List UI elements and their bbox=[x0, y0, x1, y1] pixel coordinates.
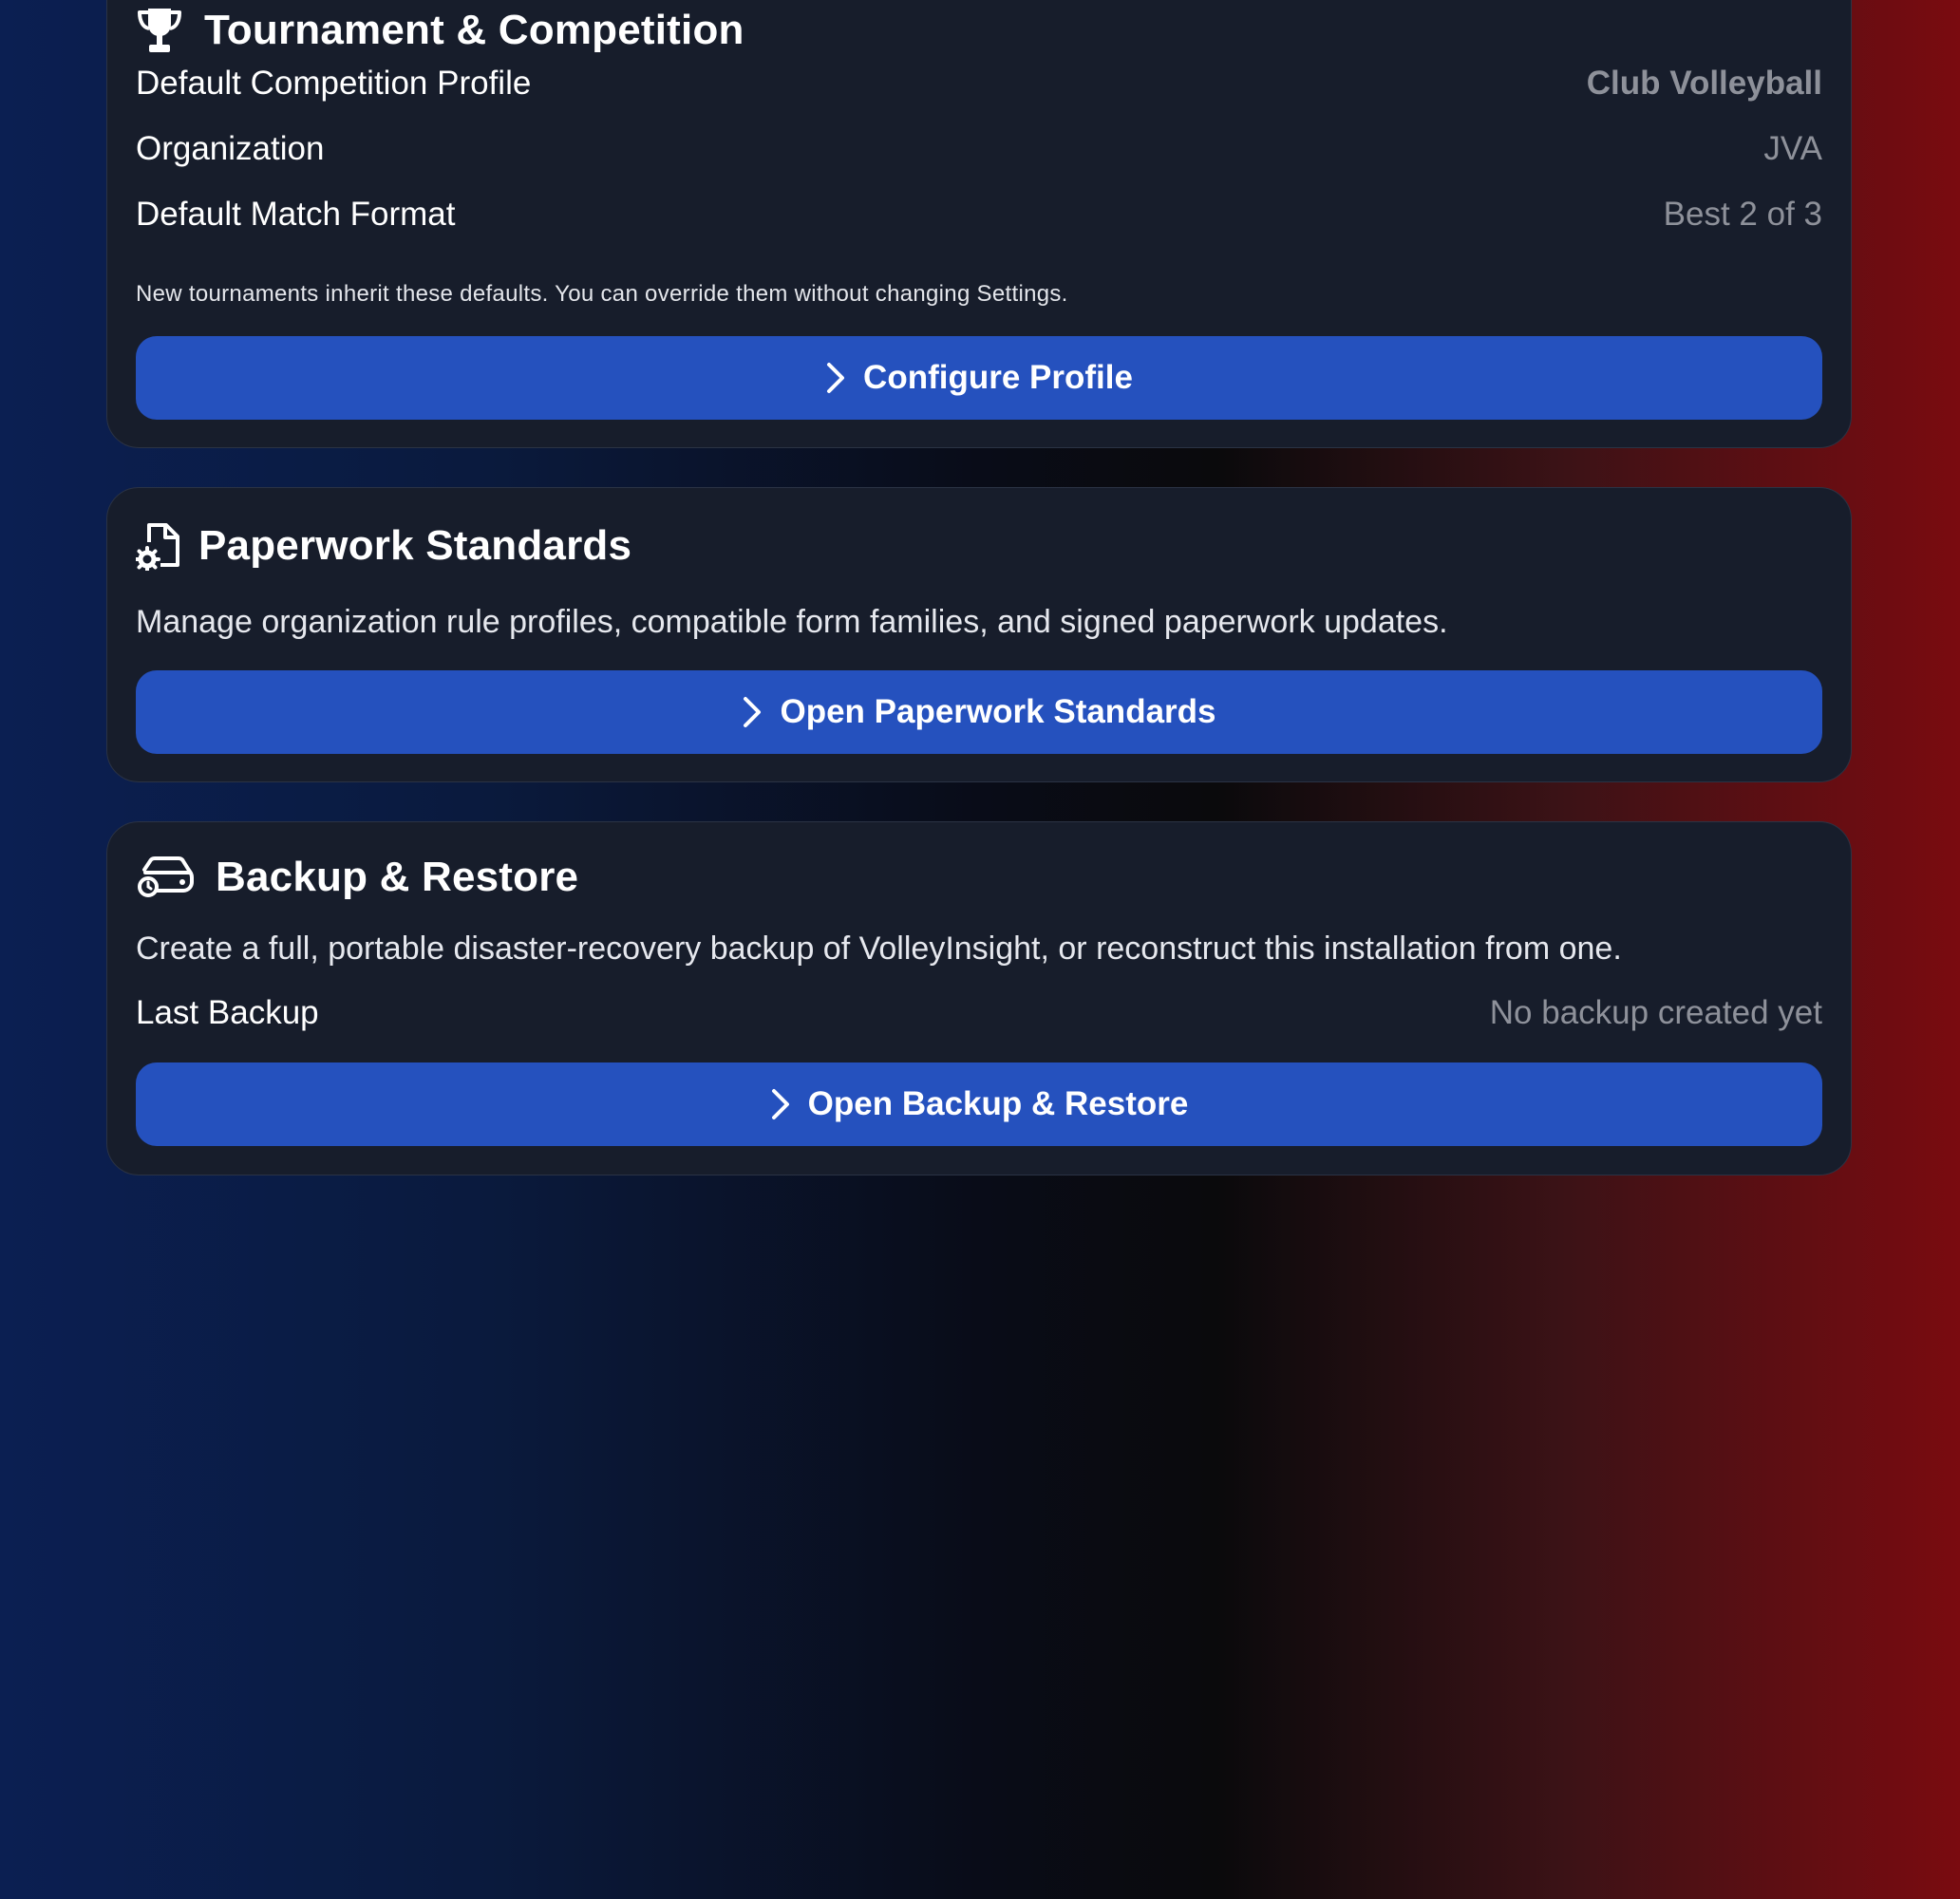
paperwork-card-title: Paperwork Standards bbox=[198, 522, 632, 569]
organization-value: JVA bbox=[1763, 130, 1822, 167]
organization-label: Organization bbox=[136, 130, 325, 167]
default-competition-profile-row[interactable]: Default Competition Profile Club Volleyb… bbox=[136, 65, 1822, 103]
tournament-competition-card: Tournament & Competition Default Competi… bbox=[106, 0, 1852, 448]
tournament-defaults-note: New tournaments inherit these defaults. … bbox=[136, 281, 1068, 307]
backup-card-header: Backup & Restore bbox=[136, 854, 578, 901]
default-match-format-row[interactable]: Default Match Format Best 2 of 3 bbox=[136, 196, 1822, 234]
last-backup-label: Last Backup bbox=[136, 994, 319, 1031]
backup-description: Create a full, portable disaster-recover… bbox=[136, 931, 1622, 967]
default-competition-profile-label: Default Competition Profile bbox=[136, 65, 532, 102]
organization-row[interactable]: Organization JVA bbox=[136, 130, 1822, 168]
paperwork-standards-card: Paperwork Standards Manage organization … bbox=[106, 487, 1852, 782]
default-competition-profile-value: Club Volleyball bbox=[1586, 65, 1822, 102]
last-backup-row: Last Backup No backup created yet bbox=[136, 994, 1822, 1032]
open-paperwork-standards-button[interactable]: Open Paperwork Standards bbox=[136, 670, 1822, 754]
paperwork-description: Manage organization rule profiles, compa… bbox=[136, 604, 1448, 640]
drive-restore-icon bbox=[136, 856, 195, 898]
open-backup-restore-label: Open Backup & Restore bbox=[807, 1085, 1189, 1122]
last-backup-value: No backup created yet bbox=[1489, 994, 1822, 1031]
default-match-format-value: Best 2 of 3 bbox=[1663, 196, 1822, 233]
chevron-right-icon bbox=[742, 696, 763, 728]
tournament-card-header: Tournament & Competition bbox=[136, 7, 744, 54]
configure-profile-label: Configure Profile bbox=[863, 359, 1133, 396]
paperwork-card-header: Paperwork Standards bbox=[136, 521, 631, 571]
open-paperwork-standards-label: Open Paperwork Standards bbox=[780, 693, 1216, 730]
tournament-card-title: Tournament & Competition bbox=[204, 7, 744, 53]
chevron-right-icon bbox=[770, 1088, 791, 1120]
default-match-format-label: Default Match Format bbox=[136, 196, 456, 233]
open-backup-restore-button[interactable]: Open Backup & Restore bbox=[136, 1062, 1822, 1146]
configure-profile-button[interactable]: Configure Profile bbox=[136, 336, 1822, 420]
document-gear-icon bbox=[136, 521, 181, 571]
backup-card-title: Backup & Restore bbox=[216, 854, 579, 900]
trophy-icon bbox=[136, 7, 183, 54]
backup-restore-card: Backup & Restore Create a full, portable… bbox=[106, 821, 1852, 1175]
chevron-right-icon bbox=[825, 362, 846, 394]
